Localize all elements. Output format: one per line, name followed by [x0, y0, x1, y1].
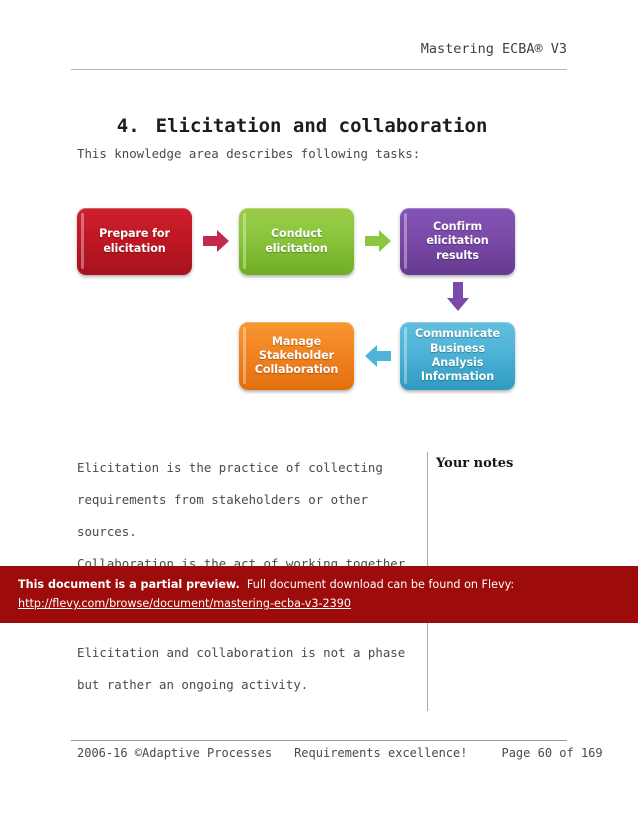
banner-message: This document is a partial preview. Full… [18, 578, 514, 591]
body-text-upper: Elicitation is the practice of collectin… [77, 452, 417, 580]
diagram-node-label: Prepare for elicitation [99, 227, 170, 255]
diagram-node-label: Manage Stakeholder Collaboration [254, 334, 339, 377]
body-text-lower: Elicitation and collaboration is not a p… [77, 637, 417, 701]
footer-copyright: 2006-16 ©Adaptive Processes [77, 746, 273, 760]
notes-title: Your notes [436, 456, 514, 471]
footer-tagline: Requirements excellence! [294, 746, 468, 760]
body-paragraph-1: Elicitation is the practice of collectin… [77, 460, 383, 539]
diagram-node-label: Communicate Business Analysis Informatio… [415, 327, 500, 384]
arrow-left-icon-communicate-to-manage [363, 341, 393, 371]
diagram-node-manage-stakeholder-collaboration[interactable]: Manage Stakeholder Collaboration [239, 322, 354, 390]
diagram-node-label: Confirm elicitation results [426, 220, 489, 262]
arrow-right-icon-prepare-to-conduct [201, 226, 231, 256]
section-title-text: Elicitation and collaboration [155, 115, 488, 137]
body-paragraph-3: Elicitation and collaboration is not a p… [77, 645, 406, 692]
header-title: Mastering ECBA® V3 [420, 41, 567, 57]
diagram-node-conduct-elicitation[interactable]: Conduct elicitation [239, 208, 354, 275]
process-flow-diagram: Prepare for elicitation Conduct elicitat… [60, 193, 580, 403]
partial-preview-banner: This document is a partial preview. Full… [0, 566, 638, 623]
footer-divider [71, 740, 567, 741]
footer-page-number: Page 60 of 169 [501, 746, 603, 760]
diagram-node-prepare-for-elicitation[interactable]: Prepare for elicitation [77, 208, 192, 275]
diagram-node-communicate-business-analysis-information[interactable]: Communicate Business Analysis Informatio… [400, 322, 515, 390]
header-divider [71, 69, 567, 70]
intro-text: This knowledge area describes following … [77, 146, 421, 161]
page-header: Mastering ECBA® V3 [71, 38, 567, 57]
section-number: 4. [116, 115, 140, 137]
arrow-right-icon-conduct-to-confirm [363, 226, 393, 256]
page-footer: 2006-16 ©Adaptive Processes Requirements… [77, 746, 603, 760]
banner-url-link[interactable]: http://flevy.com/browse/document/masteri… [18, 597, 351, 610]
arrow-down-icon-confirm-to-communicate [443, 281, 473, 313]
diagram-node-label: Conduct elicitation [265, 227, 328, 255]
banner-strong-text: This document is a partial preview. [18, 578, 240, 591]
document-page: Mastering ECBA® V3 4. Elicitation and col… [0, 0, 638, 826]
banner-rest-text: Full document download can be found on F… [239, 578, 515, 591]
diagram-node-confirm-elicitation-results[interactable]: Confirm elicitation results [400, 208, 515, 275]
